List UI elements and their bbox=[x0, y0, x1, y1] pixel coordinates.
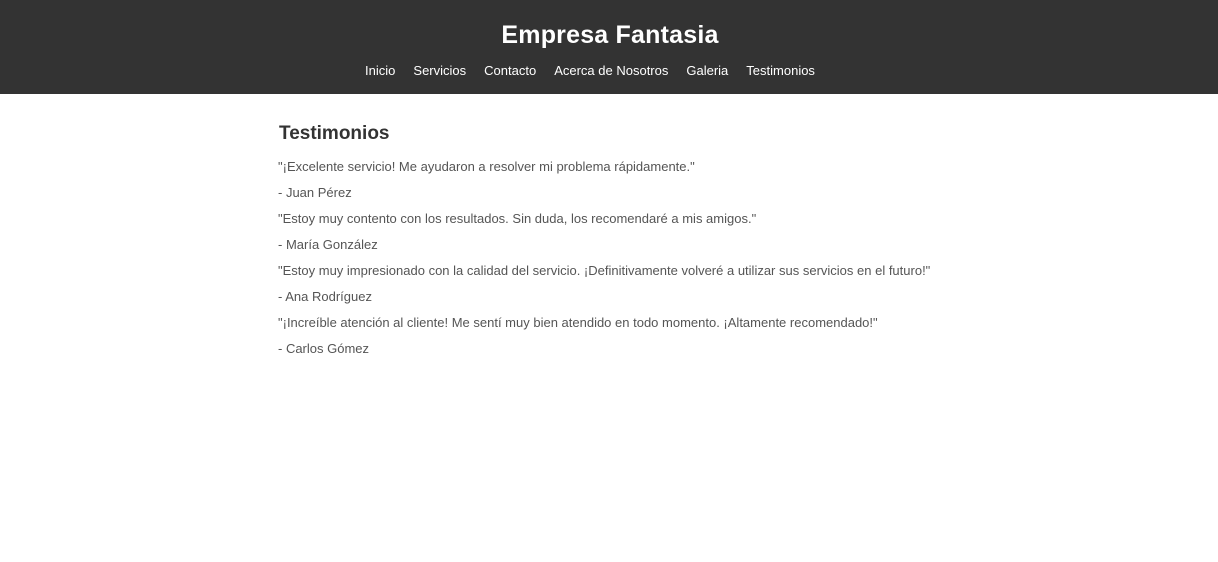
main-content: Testimonios "¡Excelente servicio! Me ayu… bbox=[278, 94, 938, 357]
testimonial-author: - Ana Rodríguez bbox=[278, 289, 372, 304]
nav-item-acerca-de-nosotros[interactable]: Acerca de Nosotros bbox=[554, 63, 668, 79]
nav-item-inicio[interactable]: Inicio bbox=[365, 63, 395, 79]
nav-item-contacto[interactable]: Contacto bbox=[484, 63, 536, 79]
testimonial-quote: "¡Increíble atención al cliente! Me sent… bbox=[278, 315, 878, 330]
nav-item-testimonios[interactable]: Testimonios bbox=[746, 63, 815, 79]
site-header: Empresa Fantasia Inicio Servicios Contac… bbox=[0, 0, 1218, 94]
testimonial-quote: "Estoy muy contento con los resultados. … bbox=[278, 211, 757, 226]
nav-item-galeria[interactable]: Galeria bbox=[686, 63, 728, 79]
testimonial-author: - María González bbox=[278, 237, 378, 252]
testimonial-quote: "Estoy muy impresionado con la calidad d… bbox=[278, 263, 931, 278]
testimonial-quote: "¡Excelente servicio! Me ayudaron a reso… bbox=[278, 159, 695, 174]
main-nav: Inicio Servicios Contacto Acerca de Noso… bbox=[0, 63, 1218, 79]
nav-item-servicios[interactable]: Servicios bbox=[413, 63, 466, 79]
testimonial-author: - Juan Pérez bbox=[278, 185, 352, 200]
testimonial-list: "¡Excelente servicio! Me ayudaron a reso… bbox=[278, 159, 938, 357]
section-title: Testimonios bbox=[279, 123, 390, 144]
testimonial-author: - Carlos Gómez bbox=[278, 341, 370, 356]
site-title: Empresa Fantasia bbox=[501, 21, 719, 49]
